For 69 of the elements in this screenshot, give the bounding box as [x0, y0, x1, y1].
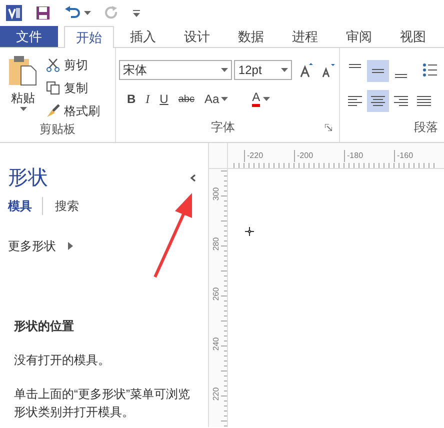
ruler-label: 280	[210, 237, 222, 251]
format-painter-button[interactable]: 格式刷	[46, 102, 100, 120]
ribbon-tab[interactable]: 开始	[64, 26, 114, 48]
expand-arrow-icon	[68, 242, 73, 250]
section-heading: 形状的位置	[13, 318, 75, 335]
bold-button[interactable]: B	[127, 90, 136, 108]
dialog-launcher-icon[interactable]	[325, 124, 332, 130]
ribbon-tab[interactable]: 审阅	[334, 26, 384, 47]
app-logo-icon	[6, 5, 22, 21]
ribbon-tab[interactable]: 插入	[118, 26, 168, 47]
save-icon[interactable]	[36, 6, 50, 20]
more-shapes-menu[interactable]: 更多形状	[8, 237, 208, 255]
scissors-icon	[46, 58, 60, 72]
group-label: 字体	[211, 119, 235, 136]
grow-font-icon[interactable]	[300, 62, 314, 78]
undo-icon[interactable]	[64, 6, 80, 20]
align-lines-icon	[394, 74, 408, 78]
group-label: 段落	[414, 119, 439, 136]
align-button[interactable]	[367, 90, 389, 112]
caret-icon	[221, 97, 228, 101]
ribbon-tab[interactable]: 设计	[172, 26, 222, 47]
strikethrough-button[interactable]: abc	[178, 92, 194, 106]
empty-message: 没有打开的模具。	[13, 352, 111, 369]
align-lines-icon	[417, 95, 431, 107]
align-lines-icon	[371, 95, 385, 107]
underline-button[interactable]: U	[160, 90, 168, 108]
collapse-chevron-icon[interactable]	[190, 174, 196, 182]
ribbon-tab[interactable]: 数据	[226, 26, 276, 47]
paste-button[interactable]: 粘贴	[0, 54, 46, 120]
align-lines-icon	[348, 95, 362, 107]
font-name-select[interactable]: 宋体	[119, 60, 232, 80]
ribbon-tab[interactable]: 视图	[388, 26, 438, 47]
file-tab[interactable]: 文件	[0, 26, 58, 47]
ribbon-tab[interactable]: 进程	[280, 26, 330, 47]
caret-icon	[263, 97, 270, 101]
ruler-label: -160	[394, 150, 444, 162]
caret-icon	[281, 68, 288, 72]
change-case-button[interactable]: Aa	[204, 90, 228, 108]
ruler-label: -180	[344, 150, 394, 162]
clipboard-icon	[7, 54, 39, 86]
panel-title: 形状	[8, 166, 48, 191]
font-size-select[interactable]: 12pt	[234, 60, 292, 80]
align-lines-icon	[371, 69, 385, 73]
italic-button[interactable]: I	[146, 90, 150, 108]
shrink-font-icon[interactable]	[322, 62, 336, 78]
bullet-list-icon[interactable]	[423, 63, 437, 77]
align-lines-icon	[348, 64, 362, 68]
ruler-label: -200	[294, 150, 344, 162]
align-lines-icon	[394, 95, 408, 107]
caret-icon	[20, 107, 26, 111]
ruler-label: 300	[210, 187, 222, 201]
copy-button[interactable]: 复制	[46, 79, 100, 97]
customize-toolbar-icon[interactable]	[133, 10, 140, 16]
ruler-label: 260	[210, 287, 222, 301]
caret-icon	[221, 68, 228, 72]
crosshair-icon	[245, 227, 254, 236]
font-color-button[interactable]: A	[252, 91, 270, 107]
panel-tab[interactable]: 模具	[8, 197, 43, 215]
ruler-label: 220	[210, 387, 222, 401]
caret-icon	[84, 11, 91, 15]
paintbrush-icon	[46, 104, 60, 118]
ruler-label: -220	[244, 150, 294, 162]
hint-text: 单击上面的“更多形状”菜单可浏览形状类别并打开模具。	[13, 386, 191, 421]
cut-button[interactable]: 剪切	[46, 56, 100, 74]
group-label: 剪贴板	[40, 121, 76, 138]
panel-tab[interactable]: 搜索	[43, 197, 79, 215]
ruler-label: 240	[210, 337, 222, 351]
align-button[interactable]	[367, 60, 389, 82]
copy-icon	[46, 81, 60, 95]
